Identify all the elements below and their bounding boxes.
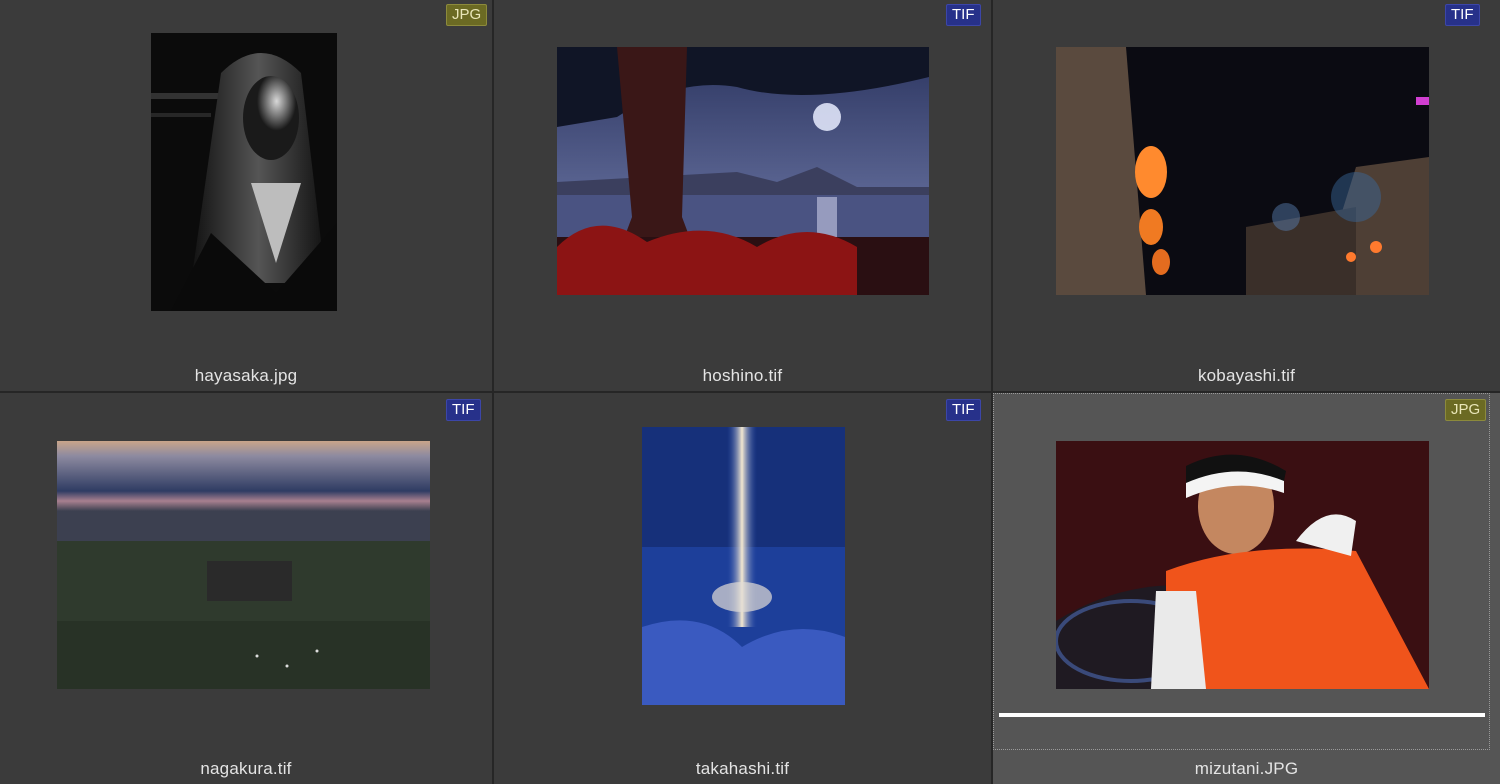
format-badge: TIF <box>1445 4 1480 26</box>
format-badge: JPG <box>1445 399 1487 421</box>
thumbnail-cell-nagakura[interactable]: TIF nagakura.tif <box>0 393 492 784</box>
thumbnail-cell-hoshino[interactable]: TIF hoshino.tif <box>494 0 991 391</box>
thumbnail-cell-kobayashi[interactable]: TIF kobayashi.tif <box>993 0 1500 391</box>
thumbnail-filename: hoshino.tif <box>702 366 783 385</box>
thumbnail-image-lake-night <box>557 47 929 295</box>
format-badge: TIF <box>946 4 981 26</box>
thumbnail-cell-takahashi[interactable]: TIF takahashi.tif <box>494 393 991 784</box>
thumbnail-image-festival-street <box>1056 47 1429 295</box>
thumbnail-filename: hayasaka.jpg <box>194 366 298 385</box>
thumbnail-cell-mizutani[interactable]: JPG mizutani.JPG <box>993 393 1500 784</box>
format-badge: TIF <box>946 399 981 421</box>
thumbnail-image-tundra <box>57 441 430 689</box>
format-badge: TIF <box>446 399 481 421</box>
thumbnail-image-portrait <box>151 33 337 311</box>
thumbnail-filename: mizutani.JPG <box>1194 759 1299 778</box>
format-badge: JPG <box>446 4 488 26</box>
thumbnail-image-tennis <box>1056 441 1429 689</box>
loading-progress-bar <box>999 713 1485 717</box>
thumbnail-image-snow-forest <box>642 427 845 705</box>
thumbnail-filename: kobayashi.tif <box>1197 366 1296 385</box>
thumbnail-cell-hayasaka[interactable]: JPG hayasaka.jpg <box>0 0 492 391</box>
row-divider <box>0 391 1500 393</box>
thumbnail-filename: takahashi.tif <box>695 759 790 778</box>
thumbnail-grid: JPG hayasaka.jpg TIF hoshino.tif TIF kob… <box>0 0 1500 784</box>
thumbnail-filename: nagakura.tif <box>200 759 292 778</box>
